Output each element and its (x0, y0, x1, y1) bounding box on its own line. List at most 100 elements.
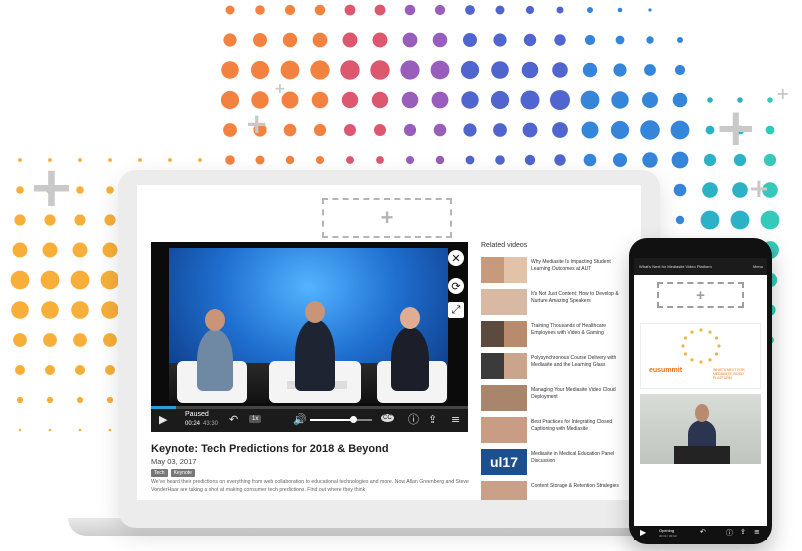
decorative-dot (138, 158, 142, 162)
decorative-dot (580, 90, 600, 110)
decorative-dot (43, 333, 57, 347)
phone-player-controls: ▶ Opening 00:00 / 00:00 ↶ ⓘ ⇪ ≡ (634, 526, 767, 540)
decorative-dot (700, 210, 720, 230)
related-title[interactable]: Managing Your Mediasite Video Cloud Depl… (531, 387, 631, 401)
decorative-dot (46, 396, 54, 404)
decorative-dot (461, 91, 479, 109)
related-video-item[interactable]: Content Storage & Retention Strategies (481, 481, 631, 500)
decorative-dot (346, 156, 354, 164)
phone-menu-button[interactable]: Menu (753, 264, 763, 269)
menu-icon[interactable]: ≡ (451, 414, 460, 425)
decorative-dot (615, 35, 625, 45)
video-frame[interactable] (169, 248, 448, 403)
play-icon[interactable]: ▶ (640, 528, 646, 537)
decorative-dot (400, 60, 420, 80)
expand-icon[interactable]: ⤢ (448, 302, 464, 318)
decorative-dot (646, 36, 654, 44)
decorative-dot (108, 158, 112, 162)
decorative-dot (223, 33, 237, 47)
decorative-dot (550, 90, 570, 110)
plus-decoration-icon: + (714, 98, 758, 158)
rewind-icon[interactable]: ↶ (229, 414, 238, 425)
related-video-item[interactable]: Training Thousands of Healthcare Employe… (481, 321, 631, 347)
rewind-icon[interactable]: ↶ (700, 528, 706, 536)
event-tagline: WHAT'S NEXT FOR MEDIASITE VIDEO PLATFORM (713, 368, 745, 381)
related-title[interactable]: Why Mediasite Is Impacting Student Learn… (531, 259, 631, 273)
decorative-dot (521, 61, 539, 79)
phone-status-label: Opening (659, 528, 675, 533)
decorative-dot (106, 396, 114, 404)
decorative-dot (556, 6, 564, 14)
decorative-dot (520, 90, 540, 110)
decorative-dot (103, 333, 117, 347)
related-title[interactable]: Mediasite in Medical Education Panel Dis… (531, 451, 631, 465)
related-title[interactable]: It's Not Just Content: How to Develop & … (531, 291, 631, 305)
share-icon[interactable]: ⇪ (428, 414, 437, 425)
decorative-dot (554, 34, 566, 46)
decorative-dot (18, 158, 22, 162)
related-thumbnail[interactable] (481, 321, 527, 347)
related-thumbnail[interactable]: ul17 (481, 449, 527, 475)
related-title[interactable]: Training Thousands of Healthcare Employe… (531, 323, 631, 337)
close-icon[interactable]: ✕ (448, 250, 464, 266)
menu-icon[interactable]: ≡ (754, 528, 760, 536)
decorative-dot (48, 428, 52, 432)
decorative-dot (255, 5, 265, 15)
video-date: May 03, 2017 (151, 457, 197, 466)
decorative-dot (108, 428, 112, 432)
decorative-dot (670, 120, 690, 140)
decorative-dot (495, 155, 505, 165)
refresh-icon[interactable]: ⟳ (448, 278, 464, 294)
related-title[interactable]: Best Practices for Integrating Closed Ca… (531, 419, 631, 433)
decorative-dot (74, 214, 86, 226)
decorative-dot (582, 62, 598, 78)
decorative-dot (522, 122, 538, 138)
share-icon[interactable]: ⇪ (740, 528, 746, 536)
related-title[interactable]: Polysynchronous Course Delivery with Med… (531, 355, 631, 369)
decorative-dot (223, 123, 237, 137)
video-player[interactable]: ✕ ⟳ ⤢ ▶ Paused 00:24 43:30 ↶ 1x 🔊 CC ⓘ ⇪… (151, 242, 468, 432)
related-thumbnail[interactable] (481, 289, 527, 315)
closed-captions-button[interactable]: CC (381, 414, 394, 422)
related-video-item[interactable]: ul17 Mediasite in Medical Education Pane… (481, 449, 631, 475)
related-thumbnail[interactable] (481, 353, 527, 379)
event-slide[interactable]: eusummit WHAT'S NEXT FOR MEDIASITE VIDEO… (640, 323, 761, 389)
volume-icon[interactable]: 🔊 (293, 414, 307, 425)
decorative-dot (12, 242, 28, 258)
info-icon[interactable]: ⓘ (408, 414, 419, 425)
decorative-dot (71, 301, 89, 319)
related-title[interactable]: Content Storage & Retention Strategies (531, 483, 631, 490)
related-video-item[interactable]: It's Not Just Content: How to Develop & … (481, 289, 631, 315)
related-video-item[interactable]: Why Mediasite Is Impacting Student Learn… (481, 257, 631, 283)
tag-list: Tech Keynote (151, 469, 195, 477)
related-video-item[interactable]: Best Practices for Integrating Closed Ca… (481, 417, 631, 443)
decorative-dot (225, 155, 235, 165)
star-dot (699, 328, 703, 332)
decorative-dot (40, 270, 60, 290)
related-thumbnail[interactable] (481, 257, 527, 283)
related-video-item[interactable]: Managing Your Mediasite Video Cloud Depl… (481, 385, 631, 411)
related-thumbnail[interactable] (481, 385, 527, 411)
related-thumbnail[interactable] (481, 481, 527, 500)
star-dot (683, 352, 688, 356)
decorative-dot (674, 64, 686, 76)
decorative-dot (344, 124, 356, 136)
decorative-dot (640, 120, 660, 140)
progress-bar[interactable] (151, 406, 468, 409)
play-icon[interactable]: ▶ (159, 414, 167, 425)
decorative-dot (340, 60, 360, 80)
related-thumbnail[interactable] (481, 417, 527, 443)
decorative-dot (283, 123, 297, 137)
star-dot (690, 330, 694, 334)
decorative-dot (314, 4, 326, 16)
tag[interactable]: Keynote (170, 469, 195, 477)
tag[interactable]: Tech (151, 469, 168, 477)
related-video-item[interactable]: Polysynchronous Course Delivery with Med… (481, 353, 631, 379)
decorative-dot (767, 97, 773, 103)
playback-rate-button[interactable]: 1x (249, 415, 262, 423)
info-icon[interactable]: ⓘ (726, 528, 733, 538)
volume-knob[interactable] (350, 416, 358, 423)
volume-slider[interactable] (310, 416, 372, 423)
phone-video-frame[interactable] (640, 394, 761, 464)
phone-page-title: What's Next for Mediasite Video Platform (639, 264, 712, 269)
